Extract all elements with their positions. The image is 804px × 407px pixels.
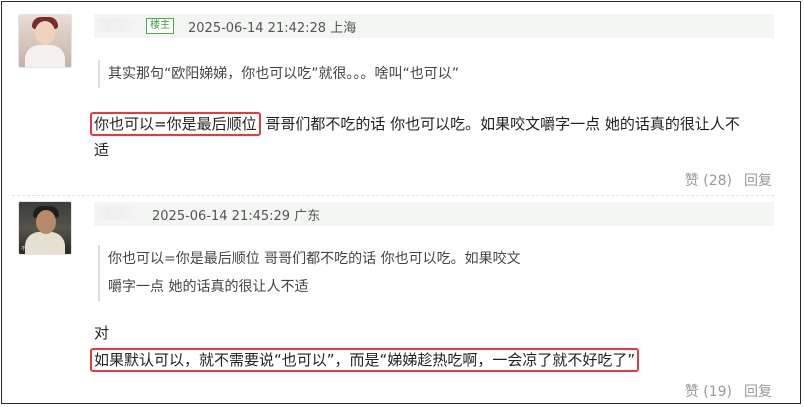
username[interactable] [94,206,138,220]
avatar-figure-head [35,21,55,45]
comment-body-line: 适 [94,141,110,159]
comment-item: 不好吃了 2025-06-14 21:45:29 广东 你也可以=你是最后顺位 … [2,195,800,405]
avatar[interactable]: 不好吃了 [18,201,72,255]
comment-list: 楼主 2025-06-14 21:42:28 上海 其实那句“欧阳娣娣，你也可以… [1,1,801,404]
reply-button[interactable]: 回复 [744,173,772,189]
comment-body-line: 对 [94,324,110,342]
avatar-figure-body [25,45,65,67]
comment-meta-bar: 2025-06-14 21:45:29 广东 [94,202,774,226]
username[interactable] [94,18,138,32]
quoted-line: 其实那句“欧阳娣娣，你也可以吃”就很。。。啥叫“也可以” [108,66,460,82]
comment-body-text: 哥哥们都不吃的话 你也可以吃。如果咬文嚼字一点 她的话真的很让人不 [260,115,740,133]
comment-actions: 赞 (28) 回复 [673,170,772,190]
comment-timestamp: 2025-06-14 21:45:29 广东 [152,209,321,224]
avatar-caption: 不好吃了 [21,246,42,252]
highlighted-text: 如果默认可以，就不需要说“也可以”，而是“娣娣趁热吃啊，一会凉了就不好吃了” [90,348,640,372]
op-badge: 楼主 [146,18,174,34]
comment-timestamp: 2025-06-14 21:42:28 上海 [188,21,357,36]
like-button[interactable]: 赞 (19) [685,384,732,400]
reply-button[interactable]: 回复 [744,384,772,400]
quoted-text: 你也可以=你是最后顺位 哥哥们都不吃的话 你也可以吃。如果咬文 嚼字一点 她的话… [98,245,521,301]
avatar[interactable] [18,14,72,68]
comment-meta-bar: 楼主 2025-06-14 21:42:28 上海 [94,14,774,38]
quoted-text: 其实那句“欧阳娣娣，你也可以吃”就很。。。啥叫“也可以” [98,60,459,88]
avatar-figure-head [36,210,56,234]
quoted-line: 你也可以=你是最后顺位 哥哥们都不吃的话 你也可以吃。如果咬文 [108,251,521,267]
comment-item: 楼主 2025-06-14 21:42:28 上海 其实那句“欧阳娣娣，你也可以… [2,2,800,195]
comment-body-line: 如果默认可以，就不需要说“也可以”，而是“娣娣趁热吃啊，一会凉了就不好吃了” [90,348,640,372]
comment-actions: 赞 (19) 回复 [673,381,772,401]
like-button[interactable]: 赞 (28) [685,173,732,189]
quoted-line: 嚼字一点 她的话真的很让人不适 [108,279,309,295]
highlighted-text: 你也可以=你是最后顺位 [90,112,261,136]
comment-body-line: 你也可以=你是最后顺位 哥哥们都不吃的话 你也可以吃。如果咬文嚼字一点 她的话真… [90,112,740,136]
